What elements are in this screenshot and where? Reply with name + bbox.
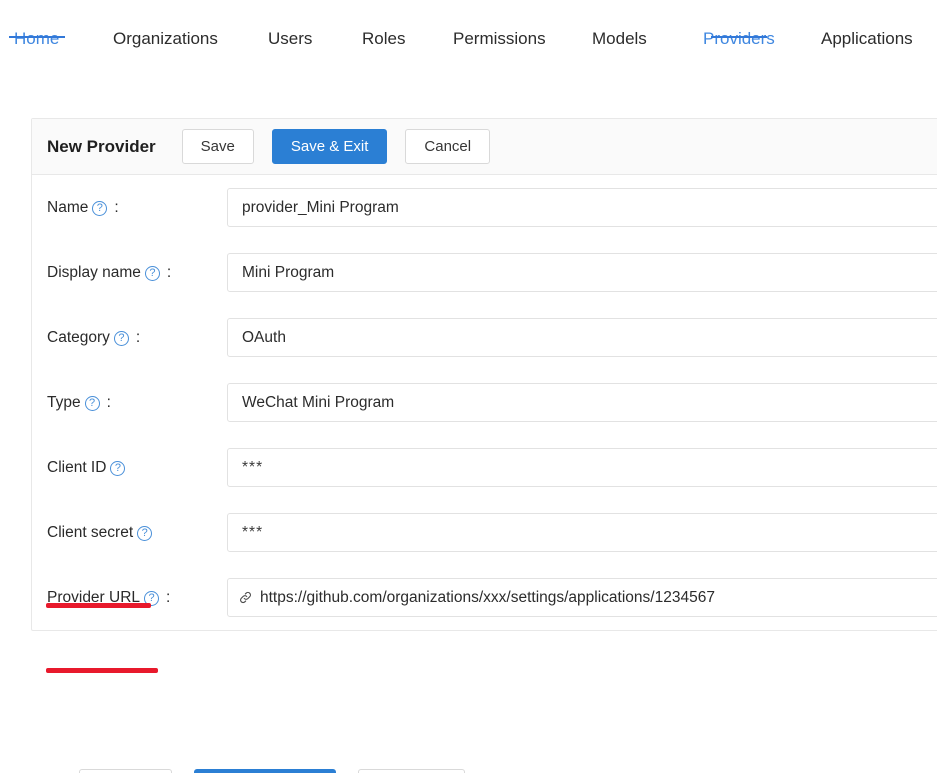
label-text: Type	[47, 394, 81, 412]
nav-tab-organizations[interactable]: Organizations	[113, 0, 218, 52]
form-row-category: Category?: OAuth	[32, 305, 937, 370]
form-row-type: Type?: WeChat Mini Program	[32, 370, 937, 435]
question-circle-icon[interactable]: ?	[114, 331, 129, 346]
question-glyph: ?	[118, 333, 124, 344]
question-circle-icon[interactable]: ?	[137, 526, 152, 541]
form-row-client-id: Client ID? ***	[32, 435, 937, 500]
question-glyph: ?	[97, 203, 103, 214]
nav-tab-roles[interactable]: Roles	[362, 0, 405, 52]
main-navigation: Home Organizations Users Roles Permissions Mo…	[0, 0, 937, 88]
client-id-value: ***	[242, 459, 263, 477]
save-button[interactable]: Save	[182, 129, 254, 164]
red-underline-client-id	[46, 603, 151, 608]
type-value: WeChat Mini Program	[242, 394, 394, 412]
label-text: Display name	[47, 264, 141, 282]
display-name-label: Display name?:	[47, 264, 227, 282]
label-colon: :	[136, 329, 140, 347]
type-label: Type?:	[47, 394, 227, 412]
card-header: New Provider Save Save & Exit Cancel	[32, 119, 937, 175]
label-colon: :	[167, 264, 171, 282]
nav-tab-users[interactable]: Users	[268, 0, 312, 52]
provider-form-card: New Provider Save Save & Exit Cancel Nam…	[31, 118, 937, 631]
label-text: Category	[47, 329, 110, 347]
form-action-bar: Save Save & Exit Cancel	[79, 769, 465, 773]
nav-tab-models[interactable]: Models	[592, 0, 647, 52]
nav-tab-permissions[interactable]: Permissions	[453, 0, 546, 52]
type-input[interactable]: WeChat Mini Program	[227, 383, 937, 422]
form-row-provider-url: Provider URL?:https://github.com/organiz…	[32, 565, 937, 630]
question-glyph: ?	[149, 268, 155, 279]
name-label: Name?:	[47, 199, 227, 217]
category-label: Category?:	[47, 329, 227, 347]
question-circle-icon[interactable]: ?	[92, 201, 107, 216]
link-icon	[238, 590, 253, 605]
question-circle-icon[interactable]: ?	[85, 396, 100, 411]
provider-url-input[interactable]: https://github.com/organizations/xxx/set…	[227, 578, 937, 617]
cancel-button[interactable]: Cancel	[405, 129, 490, 164]
footer-cancel-button[interactable]: Cancel	[358, 769, 465, 773]
red-underline-client-secret	[46, 668, 158, 673]
question-glyph: ?	[115, 463, 121, 474]
save-and-exit-button[interactable]: Save & Exit	[272, 129, 388, 164]
category-value: OAuth	[242, 329, 286, 347]
category-input[interactable]: OAuth	[227, 318, 937, 357]
question-circle-icon[interactable]: ?	[110, 461, 125, 476]
nav-tab-home[interactable]: Home	[14, 0, 59, 52]
display-name-input[interactable]: Mini Program	[227, 253, 937, 292]
form-row-client-secret: Client secret? ***	[32, 500, 937, 565]
label-text: Name	[47, 199, 88, 217]
nav-tab-providers[interactable]: Providers	[703, 0, 775, 52]
nav-tab-applications[interactable]: Applications	[821, 0, 913, 52]
client-secret-label: Client secret?	[47, 524, 227, 542]
form-row-display-name: Display name?: Mini Program	[32, 240, 937, 305]
provider-url-value: https://github.com/organizations/xxx/set…	[260, 589, 715, 607]
client-secret-input[interactable]: ***	[227, 513, 937, 552]
question-glyph: ?	[148, 593, 154, 604]
name-input[interactable]: provider_Mini Program	[227, 188, 937, 227]
client-id-input[interactable]: ***	[227, 448, 937, 487]
question-glyph: ?	[89, 398, 95, 409]
client-secret-value: ***	[242, 524, 263, 542]
label-colon: :	[166, 589, 170, 607]
name-value: provider_Mini Program	[242, 199, 399, 217]
display-name-value: Mini Program	[242, 264, 334, 282]
provider-form: Name?: provider_Mini Program Display name?…	[32, 175, 937, 630]
label-colon: :	[114, 199, 118, 217]
footer-save-button[interactable]: Save	[79, 769, 172, 773]
label-text: Client secret	[47, 524, 133, 542]
client-id-label: Client ID?	[47, 459, 227, 477]
form-row-name: Name?: provider_Mini Program	[32, 175, 937, 240]
page-title: New Provider	[47, 137, 156, 157]
question-glyph: ?	[142, 528, 148, 539]
question-circle-icon[interactable]: ?	[145, 266, 160, 281]
label-colon: :	[107, 394, 111, 412]
label-text: Client ID	[47, 459, 106, 477]
page-content: New Provider Save Save & Exit Cancel Nam…	[0, 88, 937, 763]
footer-save-and-exit-button[interactable]: Save & Exit	[194, 769, 336, 773]
